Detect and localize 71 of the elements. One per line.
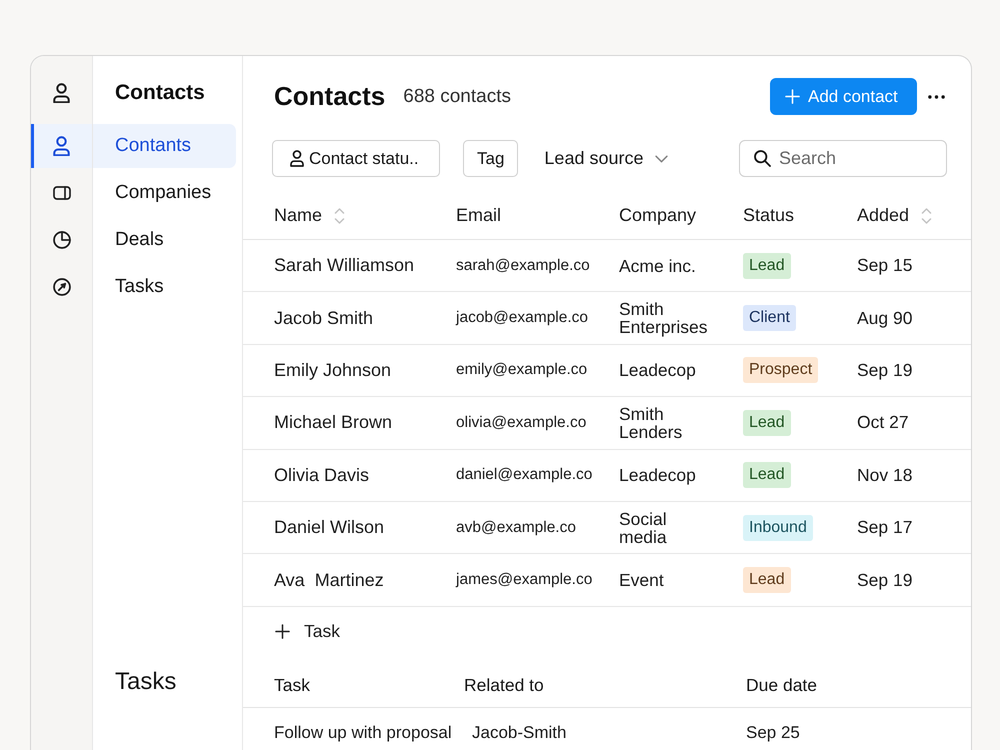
table-cell: Sep 17 — [857, 517, 912, 538]
status-tag: Lead — [743, 252, 791, 279]
table-cell: Leadecop — [619, 361, 696, 380]
table-cell: Emily Johnson — [274, 360, 392, 380]
more-icon[interactable] — [928, 94, 945, 98]
table-cell: Michael Brown — [274, 412, 392, 432]
table-cell: Sep 25 — [746, 722, 800, 742]
contact-count: 688 contacts — [403, 86, 511, 108]
compass-icon — [52, 278, 70, 296]
column-header: Related to — [464, 675, 544, 696]
plus-icon — [785, 89, 800, 104]
person-icon[interactable] — [53, 82, 70, 104]
status-tag: Inbound — [743, 514, 813, 541]
add-contact-button[interactable]: Add contact — [770, 78, 917, 115]
column-header[interactable]: Added — [857, 205, 932, 226]
table-cell-text: Social media — [619, 510, 668, 546]
table-cell: Oct 27 — [857, 412, 909, 432]
table-cell: Nov 18 — [857, 464, 912, 485]
table-cell: Ava Martinez — [274, 570, 384, 590]
table-cell: Jacob Smith — [274, 308, 374, 328]
sidebar-title: Contacts — [115, 81, 205, 105]
tag-filter[interactable]: Tag — [463, 140, 518, 177]
sidebar-item[interactable]: Deals — [93, 218, 236, 262]
table-cell: Follow up with proposal — [274, 722, 452, 742]
table-cell: sarah@example.co — [456, 256, 590, 274]
table-cell: Acme inc. — [619, 256, 696, 275]
status-tag: Lead — [743, 567, 791, 594]
status-tag: Lead — [743, 410, 791, 436]
table-cell: Sep 19 — [857, 360, 912, 380]
table-cell: Sarah Williamson — [274, 255, 414, 276]
status-tag: Client — [743, 305, 796, 332]
status-tag: Lead — [743, 462, 791, 488]
status-tag: Prospect — [743, 357, 818, 384]
table-cell: Aug 90 — [857, 308, 912, 328]
column-header[interactable]: Name — [274, 205, 346, 226]
pie-chart-icon — [52, 231, 70, 249]
table-cell: Leadecop — [619, 466, 696, 484]
table-cell: avb@example.co — [456, 518, 576, 536]
table-cell: Event — [619, 570, 664, 589]
search-field[interactable]: Search — [739, 140, 947, 177]
table-cell: Sep 19 — [857, 570, 912, 590]
person-icon — [290, 150, 304, 167]
table-cell: olivia@example.co — [456, 414, 586, 431]
table-cell: emily@example.co — [456, 361, 588, 378]
page-title: Contacts — [274, 81, 386, 112]
column-header: Email — [456, 205, 502, 226]
add-task-button[interactable]: Task — [274, 606, 340, 657]
sidebar-item[interactable]: Companies — [93, 171, 236, 215]
lead-source-dropdown[interactable]: Lead source — [544, 148, 668, 169]
table-cell: james@example.co — [456, 571, 592, 588]
chevron-down-icon — [654, 154, 668, 162]
search-icon — [754, 150, 771, 167]
table-cell: daniel@example.co — [456, 466, 592, 484]
contact-status-filter[interactable]: Contact statu.. — [272, 140, 440, 177]
table-cell: Daniel Wilson — [274, 517, 384, 538]
table-cell-text: Smith Enterprises — [619, 300, 709, 336]
sidebar-item[interactable]: Contants — [93, 124, 236, 168]
card-icon — [52, 186, 70, 200]
table-cell-text: Smith Lenders — [619, 404, 684, 441]
column-header: Task — [274, 675, 310, 696]
column-header: Status — [743, 205, 794, 226]
table-cell: Jacob-Smith — [472, 722, 566, 742]
column-header: Due date — [746, 675, 818, 696]
column-header: Company — [619, 205, 696, 226]
table-cell: jacob@example.co — [456, 309, 588, 326]
table-cell: Sep 15 — [857, 255, 912, 276]
table-cell: Olivia Davis — [274, 464, 370, 485]
plus-icon — [275, 624, 290, 640]
person-icon — [53, 136, 70, 156]
sidebar-section-heading: Tasks — [115, 668, 176, 695]
sidebar-item[interactable]: Tasks — [93, 265, 236, 309]
